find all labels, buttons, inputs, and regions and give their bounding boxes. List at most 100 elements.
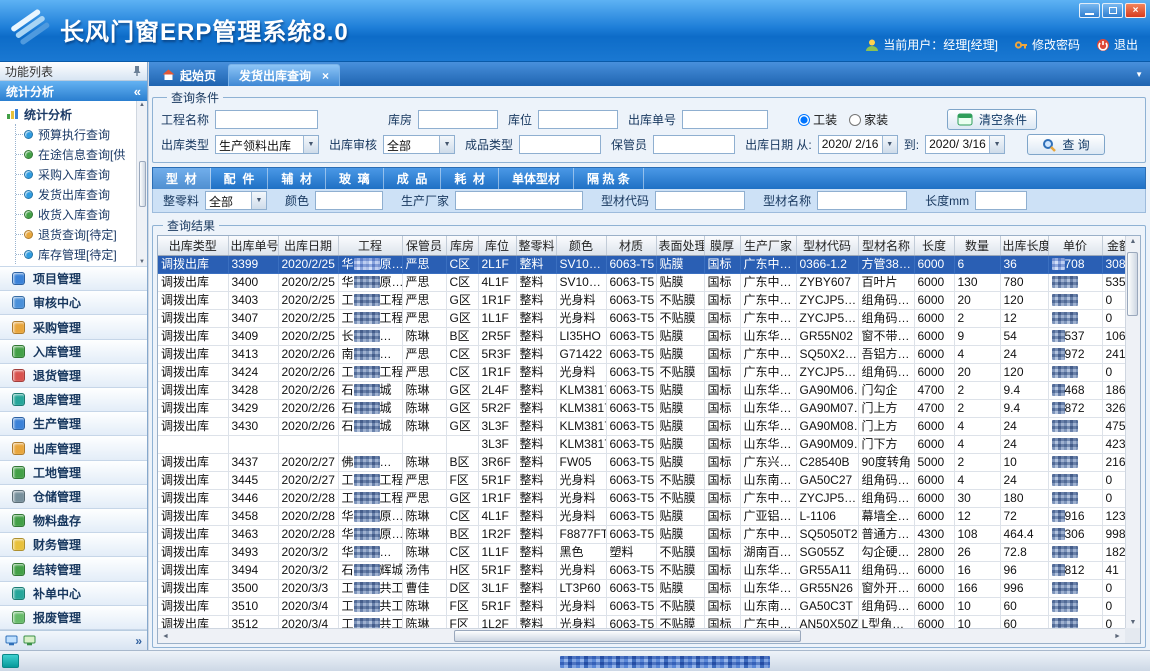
sidebar-menu-item[interactable]: 退库管理 <box>0 388 147 412</box>
table-row[interactable]: 调拨出库34282020/2/26石城陈琳G区2L4F整料KLM38176063… <box>158 381 1136 399</box>
scrollbar-thumb[interactable] <box>139 161 146 207</box>
scrollbar-track[interactable] <box>173 629 1110 643</box>
sidebar-menu-item[interactable]: 报废管理 <box>0 606 147 630</box>
factory-input[interactable] <box>455 191 583 210</box>
keeper-input[interactable] <box>653 135 735 154</box>
maximize-button[interactable] <box>1102 3 1123 18</box>
scroll-left-icon[interactable]: ◄ <box>158 633 173 640</box>
chevron-down-icon[interactable]: ▼ <box>251 192 266 209</box>
jiazhuang-radio[interactable] <box>849 114 861 126</box>
gongzhuang-radio[interactable] <box>798 114 810 126</box>
scroll-up-icon[interactable]: ▲ <box>1130 238 1137 245</box>
sidebar-menu-item[interactable]: 生产管理 <box>0 412 147 436</box>
profile-name-input[interactable] <box>817 191 907 210</box>
column-header[interactable]: 数量 <box>954 236 1000 255</box>
horizontal-scrollbar[interactable]: ◄ ► <box>158 628 1125 643</box>
column-header[interactable]: 材质 <box>606 236 656 255</box>
material-tab[interactable]: 耗 材 <box>441 168 499 189</box>
tree-item[interactable]: 发货出库查询 <box>16 184 135 204</box>
sidebar-menu-item[interactable]: 补单中心 <box>0 582 147 606</box>
scrollbar-thumb[interactable] <box>1127 252 1138 316</box>
chevron-down-icon[interactable]: ▼ <box>439 136 454 153</box>
scroll-right-icon[interactable]: ► <box>1110 633 1125 640</box>
change-password-link[interactable]: 修改密码 <box>1014 36 1080 53</box>
column-header[interactable]: 库房 <box>446 236 478 255</box>
sidebar-menu-item[interactable]: 工地管理 <box>0 461 147 485</box>
tree-root[interactable]: 统计分析 <box>6 104 135 124</box>
table-row[interactable]: 调拨出库34942020/3/2石辉城汤伟H区5R1F整料光身料6063-T5不… <box>158 561 1136 579</box>
pin-icon[interactable] <box>132 65 142 77</box>
sidebar-menu-item[interactable]: 审核中心 <box>0 291 147 315</box>
column-header[interactable]: 型材名称 <box>858 236 914 255</box>
column-header[interactable]: 长度 <box>914 236 954 255</box>
chevron-down-icon[interactable]: ▼ <box>303 136 318 153</box>
material-tab[interactable]: 辅 材 <box>268 168 326 189</box>
tab-list-dropdown-icon[interactable]: ▼ <box>1135 70 1143 79</box>
column-header[interactable]: 整零料 <box>516 236 556 255</box>
sidebar-menu-item[interactable]: 项目管理 <box>0 267 147 291</box>
material-tab[interactable]: 隔 热 条 <box>574 168 644 189</box>
column-header[interactable]: 生产厂家 <box>740 236 796 255</box>
tree-item[interactable]: 采购入库查询 <box>16 164 135 184</box>
table-row[interactable]: 调拨出库34302020/2/26石城陈琳G区3L3F整料KLM38176063… <box>158 417 1136 435</box>
vertical-scrollbar[interactable]: ▲ ▼ <box>1125 236 1140 628</box>
collapse-icon[interactable]: « <box>134 84 141 99</box>
column-header[interactable]: 型材代码 <box>796 236 858 255</box>
close-button[interactable]: × <box>1125 3 1146 18</box>
column-header[interactable]: 颜色 <box>556 236 606 255</box>
logout-button[interactable]: 退出 <box>1096 36 1138 53</box>
table-row[interactable]: 调拨出库34462020/2/28工工程严思G区1R1F整料光身料6063-T5… <box>158 489 1136 507</box>
sidebar-menu-item[interactable]: 采购管理 <box>0 315 147 339</box>
table-row[interactable]: 调拨出库34072020/2/25工工程严思G区1L1F整料光身料6063-T5… <box>158 309 1136 327</box>
warehouse-input[interactable] <box>418 110 498 129</box>
tree-scrollbar[interactable]: ▲ ▼ <box>136 101 147 266</box>
project-name-input[interactable] <box>215 110 318 129</box>
sidebar-menu-item[interactable]: 出库管理 <box>0 436 147 460</box>
table-row[interactable]: 3L3F整料KLM38176063-T5贴膜国标山东华…GA90M09…门下方6… <box>158 435 1136 453</box>
scroll-down-icon[interactable]: ▼ <box>1130 619 1137 626</box>
table-row[interactable]: 调拨出库34372020/2/27佛…陈琳B区3R6F整料FW056063-T5… <box>158 453 1136 471</box>
expand-icon[interactable]: » <box>135 634 142 648</box>
clear-conditions-button[interactable]: 清空条件 <box>947 109 1037 130</box>
chevron-down-icon[interactable]: ▼ <box>989 136 1004 153</box>
column-header[interactable]: 工程 <box>338 236 402 255</box>
column-header[interactable]: 单价 <box>1048 236 1102 255</box>
tab-close-icon[interactable]: × <box>322 69 329 83</box>
sidebar-menu-item[interactable]: 仓储管理 <box>0 485 147 509</box>
material-tab[interactable]: 成 品 <box>384 168 442 189</box>
table-row[interactable]: 调拨出库34242020/2/26工工程严思C区1R1F整料光身料6063-T5… <box>158 363 1136 381</box>
column-header[interactable]: 保管员 <box>402 236 446 255</box>
tree-item[interactable]: 预算执行查询 <box>16 124 135 144</box>
minimize-button[interactable] <box>1079 3 1100 18</box>
material-tab[interactable]: 型 材 <box>153 168 211 189</box>
sidebar-menu-item[interactable]: 退货管理 <box>0 364 147 388</box>
radio-jiazhuang[interactable]: 家装 <box>849 111 888 128</box>
date-from-picker[interactable]: 2020/ 2/16 ▼ <box>818 135 898 154</box>
order-no-input[interactable] <box>682 110 768 129</box>
column-header[interactable]: 出库类型 <box>158 236 228 255</box>
table-row[interactable]: 调拨出库34582020/2/28华原…陈琳C区4L1F整料光身料6063-T5… <box>158 507 1136 525</box>
table-row[interactable]: 调拨出库34452020/2/27工工程严思F区5R1F整料光身料6063-T5… <box>158 471 1136 489</box>
table-row[interactable]: 调拨出库34632020/2/28华原…陈琳B区1R2F整料F8877FT606… <box>158 525 1136 543</box>
sidebar-menu-item[interactable]: 入库管理 <box>0 340 147 364</box>
table-row[interactable]: 调拨出库33992020/2/25华原…严思C区2L1F整料SV10…6063-… <box>158 255 1136 273</box>
tab-home[interactable]: 起始页 <box>152 64 226 86</box>
tree-item[interactable]: 收货入库查询 <box>16 204 135 224</box>
table-row[interactable]: 调拨出库34932020/3/2华…陈琳C区1L1F整料黑色塑料不贴膜国标湖南百… <box>158 543 1136 561</box>
sidebar-group-title[interactable]: 统计分析 « <box>0 81 147 101</box>
scrollbar-thumb[interactable] <box>454 630 801 642</box>
location-input[interactable] <box>538 110 618 129</box>
column-header[interactable]: 出库长度 <box>1000 236 1048 255</box>
profile-code-input[interactable] <box>655 191 745 210</box>
material-tab[interactable]: 玻 璃 <box>326 168 384 189</box>
out-type-select[interactable]: 生产领料出库 ▼ <box>215 135 319 154</box>
monitor-icon[interactable] <box>23 635 36 646</box>
color-input[interactable] <box>315 191 383 210</box>
product-type-input[interactable] <box>519 135 601 154</box>
table-row[interactable]: 调拨出库34002020/2/25华原…严思C区4L1F整料SV10…6063-… <box>158 273 1136 291</box>
sidebar-menu-item[interactable]: 物料盘存 <box>0 509 147 533</box>
table-row[interactable]: 调拨出库35102020/3/4工共工程陈琳F区5R1F整料光身料6063-T5… <box>158 597 1136 615</box>
sidebar-menu-item[interactable]: 财务管理 <box>0 533 147 557</box>
column-header[interactable]: 出库日期 <box>278 236 338 255</box>
radio-gongzhuang[interactable]: 工装 <box>798 111 837 128</box>
